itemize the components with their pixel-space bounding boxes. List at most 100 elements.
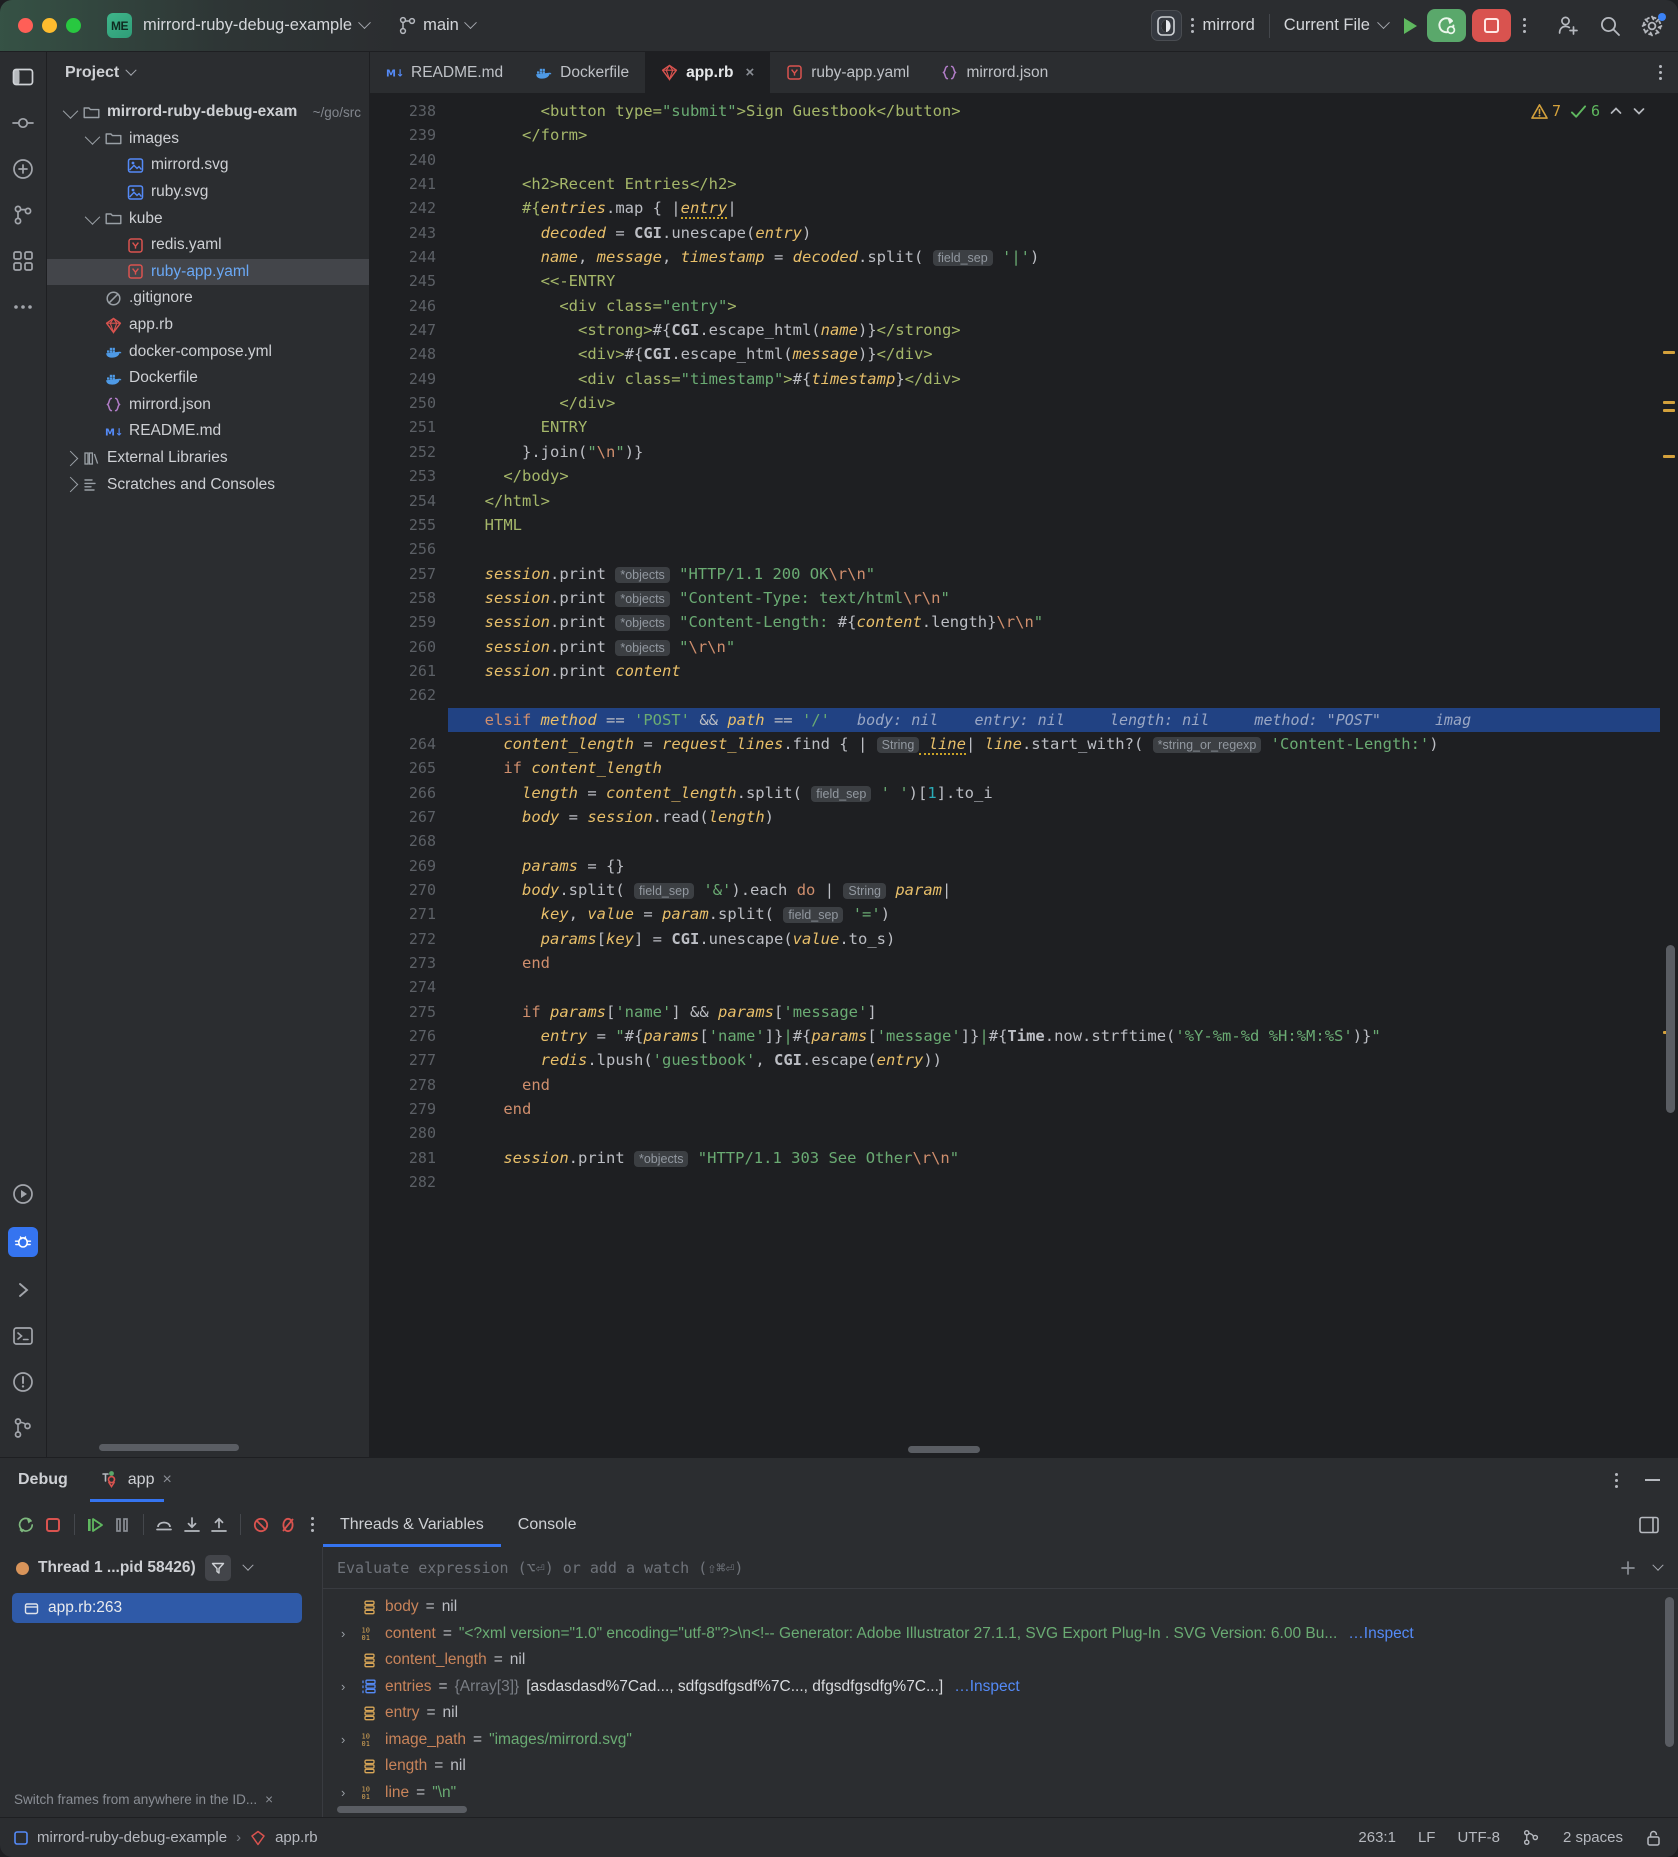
- tree-item-ruby-app-yaml[interactable]: ruby-app.yaml: [47, 259, 369, 286]
- step-out-icon[interactable]: [205, 1510, 232, 1540]
- project-tree[interactable]: mirrord-ruby-debug-example~/go/srcimages…: [47, 93, 369, 1457]
- debug-subtabs[interactable]: Threads & VariablesConsole: [323, 1502, 593, 1547]
- project-horizontal-scrollbar[interactable]: [99, 1444, 239, 1451]
- maximize-window-button[interactable]: [66, 18, 81, 33]
- git-branch-status-icon[interactable]: [1522, 1828, 1541, 1847]
- next-inspection-icon[interactable]: [1632, 104, 1646, 118]
- services-icon[interactable]: [10, 1277, 36, 1303]
- branches-icon[interactable]: [10, 202, 36, 228]
- indent-setting[interactable]: 2 spaces: [1563, 1829, 1623, 1846]
- tree-item-images[interactable]: images: [47, 126, 369, 153]
- close-session-icon[interactable]: ×: [162, 1471, 171, 1489]
- project-name-dropdown[interactable]: mirrord-ruby-debug-example: [143, 16, 369, 35]
- search-icon[interactable]: [1598, 14, 1622, 38]
- variable-row[interactable]: ›1001content = "<?xml version="1.0" enco…: [323, 1621, 1678, 1648]
- step-into-icon[interactable]: [178, 1510, 205, 1540]
- inspection-marker[interactable]: [1663, 401, 1675, 404]
- view-breakpoints-icon[interactable]: [275, 1510, 302, 1540]
- mute-breakpoints-icon[interactable]: [247, 1510, 274, 1540]
- version-control-icon[interactable]: [10, 1415, 36, 1441]
- debug-tool-icon[interactable]: [8, 1227, 38, 1257]
- inspect-link[interactable]: …Inspect: [1348, 1625, 1413, 1643]
- hide-panel-icon[interactable]: [1645, 1479, 1660, 1481]
- expand-variable-icon[interactable]: ›: [341, 1732, 354, 1747]
- minimize-window-button[interactable]: [42, 18, 57, 33]
- editor-tabs-more-icon[interactable]: [1643, 52, 1678, 93]
- tree-item-mirrord-svg[interactable]: mirrord.svg: [47, 152, 369, 179]
- editor-vertical-scrollbar[interactable]: [1666, 945, 1675, 1113]
- breadcrumb-file[interactable]: app.rb: [275, 1829, 318, 1846]
- file-encoding[interactable]: UTF-8: [1457, 1829, 1500, 1846]
- chevron-down-icon[interactable]: [85, 130, 101, 146]
- add-watch-icon[interactable]: [1618, 1558, 1638, 1578]
- close-window-button[interactable]: [18, 18, 33, 33]
- run-tool-icon[interactable]: [10, 1181, 36, 1207]
- chevron-down-icon[interactable]: [1652, 1559, 1663, 1570]
- evaluate-input[interactable]: Evaluate expression (⌥⏎) or add a watch …: [337, 1559, 743, 1577]
- editor-tab-dockerfile[interactable]: Dockerfile: [519, 52, 645, 93]
- layout-settings-icon[interactable]: [1638, 1514, 1660, 1536]
- debug-subtab-threads-variables[interactable]: Threads & Variables: [323, 1502, 501, 1547]
- tree-item-dockerfile[interactable]: Dockerfile: [47, 365, 369, 392]
- structure-icon[interactable]: [10, 248, 36, 274]
- tree-item-readme-md[interactable]: M↓README.md: [47, 418, 369, 445]
- filter-frames-icon[interactable]: [205, 1555, 231, 1581]
- rerun-icon[interactable]: [12, 1510, 39, 1540]
- chevron-down-icon[interactable]: [242, 1560, 253, 1571]
- chevron-down-icon[interactable]: [63, 103, 79, 119]
- debug-subtab-console[interactable]: Console: [501, 1502, 594, 1547]
- lock-icon[interactable]: [1645, 1829, 1662, 1847]
- frames-hint-close-icon[interactable]: ×: [265, 1792, 273, 1807]
- line-separator[interactable]: LF: [1418, 1829, 1436, 1846]
- project-icon[interactable]: [10, 64, 36, 90]
- tree-item-docker-compose-yml[interactable]: docker-compose.yml: [47, 338, 369, 365]
- variable-row[interactable]: entry = nil: [323, 1700, 1678, 1727]
- evaluate-expression-row[interactable]: Evaluate expression (⌥⏎) or add a watch …: [323, 1547, 1678, 1589]
- editor-tab-readme-md[interactable]: M↓README.md: [370, 52, 519, 93]
- editor-markup-rail[interactable]: [1660, 93, 1678, 1457]
- expand-variable-icon[interactable]: ›: [341, 1785, 354, 1800]
- stack-frame-item[interactable]: app.rb:263: [12, 1593, 302, 1623]
- tree-item-kube[interactable]: kube: [47, 205, 369, 232]
- stop-icon[interactable]: [39, 1510, 66, 1540]
- variables-list[interactable]: body = nil›1001content = "<?xml version=…: [323, 1589, 1678, 1817]
- editor-tab-bar[interactable]: M↓README.mdDockerfileapp.rb×ruby-app.yam…: [370, 52, 1678, 93]
- project-panel-header[interactable]: Project: [47, 52, 369, 93]
- debug-session-tab[interactable]: app ×: [90, 1458, 182, 1502]
- debug-toolbar[interactable]: [0, 1510, 323, 1540]
- editor-area[interactable]: 2382392402412422432442452462472482492502…: [370, 93, 1678, 1457]
- tree-item--gitignore[interactable]: .gitignore: [47, 285, 369, 312]
- close-tab-icon[interactable]: ×: [745, 64, 754, 81]
- window-controls[interactable]: [18, 18, 81, 33]
- inspection-marker[interactable]: [1663, 409, 1675, 412]
- previous-inspection-icon[interactable]: [1609, 104, 1623, 118]
- variable-row[interactable]: content_length = nil: [323, 1647, 1678, 1674]
- inspection-marker[interactable]: [1663, 351, 1675, 354]
- tree-item-mirrord-ruby-debug-example[interactable]: mirrord-ruby-debug-example~/go/src: [47, 99, 369, 126]
- editor-tab-mirrord-json[interactable]: mirrord.json: [925, 52, 1064, 93]
- problems-icon[interactable]: [10, 1369, 36, 1395]
- variable-row[interactable]: ›1001image_path = "images/mirrord.svg": [323, 1727, 1678, 1754]
- terminal-icon[interactable]: [10, 1323, 36, 1349]
- resume-icon[interactable]: [81, 1510, 108, 1540]
- tree-item-external-libraries[interactable]: External Libraries: [47, 445, 369, 472]
- commit-icon[interactable]: [10, 110, 36, 136]
- expand-variable-icon[interactable]: ›: [341, 1679, 354, 1694]
- inspection-widget[interactable]: 7 6: [1531, 93, 1660, 129]
- debug-more-options-icon[interactable]: [1608, 1473, 1625, 1488]
- more-tool-windows-icon[interactable]: [10, 294, 36, 320]
- debug-with-mirrord-button[interactable]: [1427, 9, 1466, 42]
- editor-tab-app-rb[interactable]: app.rb×: [645, 52, 770, 93]
- inspection-marker[interactable]: [1663, 455, 1675, 458]
- editor-horizontal-scrollbar[interactable]: [908, 1446, 980, 1453]
- variables-vertical-scrollbar[interactable]: [1665, 1597, 1674, 1747]
- tree-item-app-rb[interactable]: app.rb: [47, 312, 369, 339]
- step-over-icon[interactable]: [151, 1510, 178, 1540]
- inspect-link[interactable]: …Inspect: [954, 1678, 1019, 1696]
- stop-button[interactable]: [1472, 9, 1511, 42]
- tree-item-redis-yaml[interactable]: redis.yaml: [47, 232, 369, 259]
- tree-item-ruby-svg[interactable]: ruby.svg: [47, 179, 369, 206]
- tree-item-scratches-and-consoles[interactable]: Scratches and Consoles: [47, 471, 369, 498]
- code-text-area[interactable]: <button type="submit">Sign Guestbook</bu…: [448, 93, 1660, 1457]
- editor-tab-ruby-app-yaml[interactable]: ruby-app.yaml: [770, 52, 925, 93]
